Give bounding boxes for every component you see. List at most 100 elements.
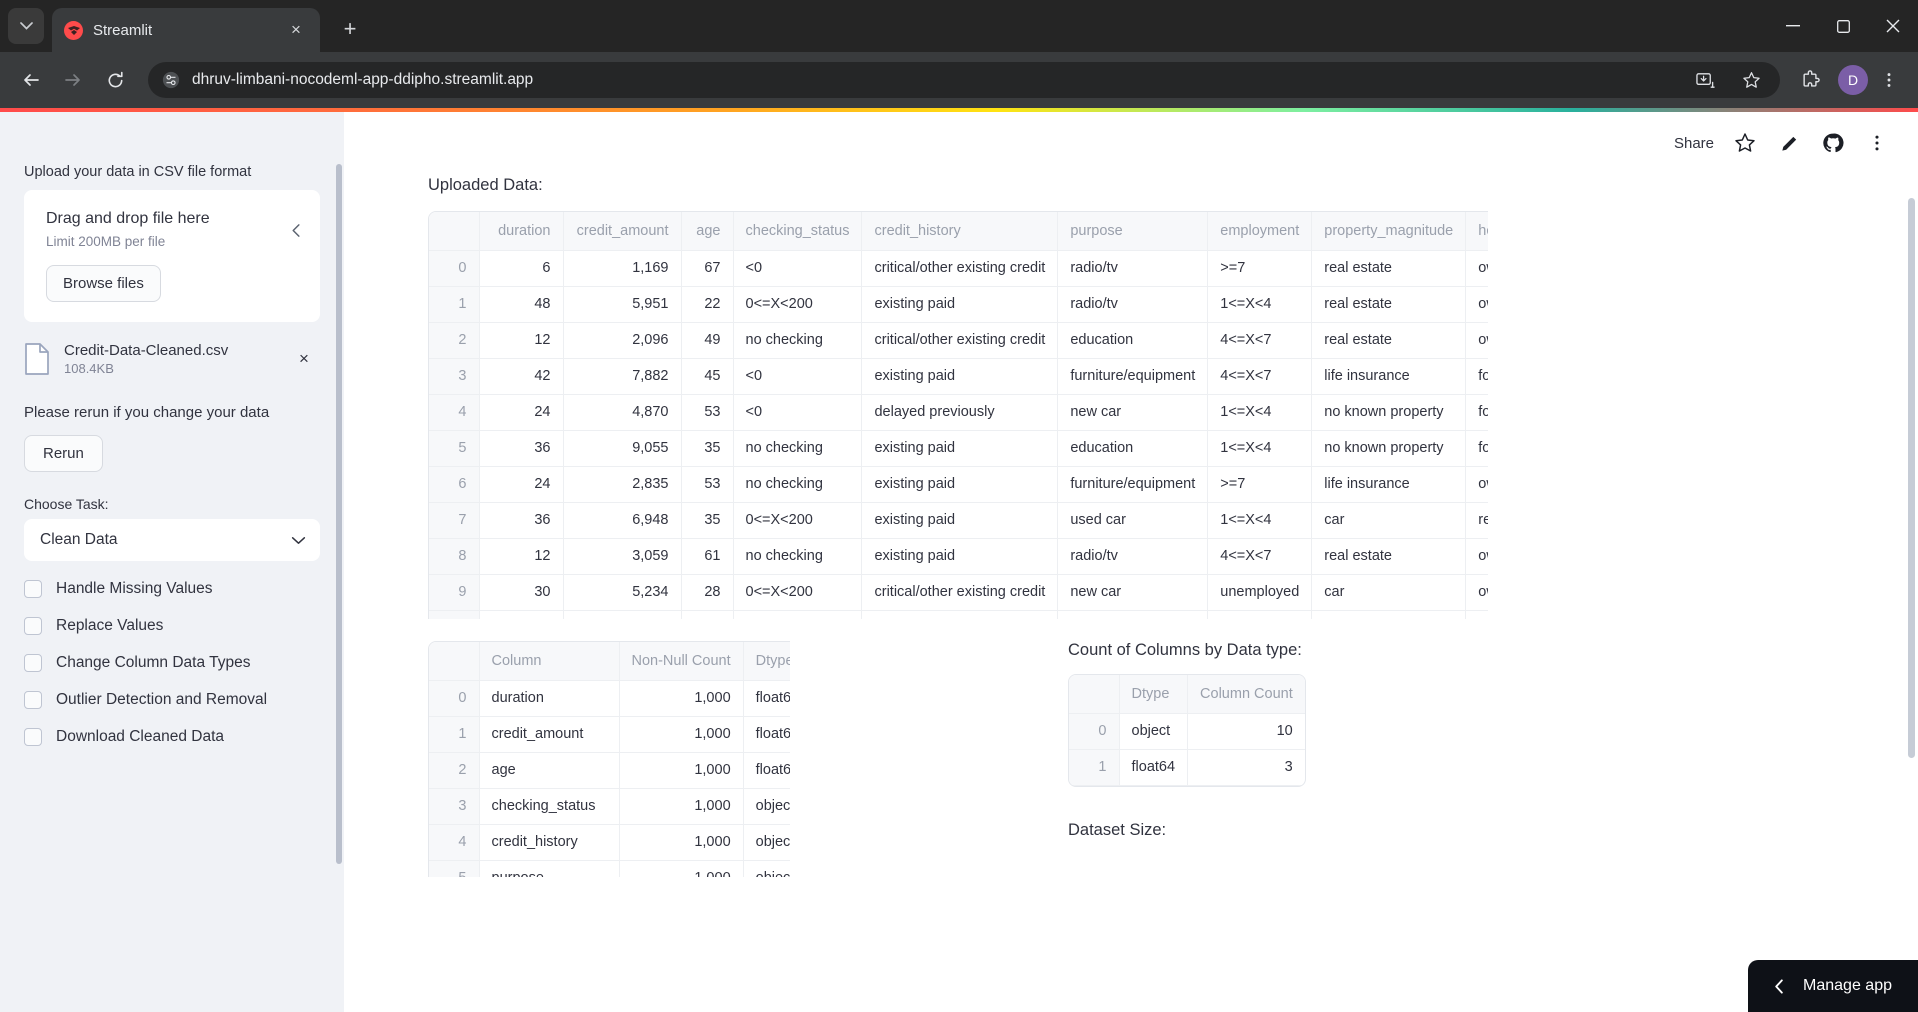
table-row[interactable]: 5 purpose 1,000 object <box>429 860 790 877</box>
dtype-count-body: 0 object 10 1 float64 3 <box>1069 713 1305 786</box>
pencil-icon[interactable] <box>1776 130 1802 156</box>
address-bar[interactable]: dhruv-limbani-nocodeml-app-ddipho.stream… <box>148 62 1780 98</box>
column-header-credit-amount[interactable]: credit_amount <box>563 212 682 251</box>
sidebar-collapse-button[interactable] <box>282 216 310 244</box>
checkbox-change-column-data-types[interactable]: Change Column Data Types <box>24 654 320 672</box>
site-settings-icon[interactable] <box>162 71 180 89</box>
column-header-property-magnitude[interactable]: property_magnitude <box>1311 212 1467 251</box>
table-row[interactable]: 8 12 3,059 61 no checking existing paid … <box>429 538 1488 575</box>
dataset-size-title: Dataset Size: <box>1068 820 1167 839</box>
kebab-menu-icon[interactable] <box>1872 63 1906 97</box>
checkbox-outlier-detection-and-removal[interactable]: Outlier Detection and Removal <box>24 691 320 709</box>
minimize-button[interactable] <box>1768 0 1818 52</box>
column-header-age[interactable]: age <box>681 212 734 251</box>
cell-employment: unemployed <box>1207 574 1313 611</box>
arrow-left-icon <box>24 74 39 86</box>
tab-strip: Streamlit × + <box>0 0 1918 52</box>
chevron-left-icon <box>1772 978 1787 995</box>
browse-files-button[interactable]: Browse files <box>46 265 161 302</box>
tab-search-button[interactable] <box>8 8 44 44</box>
cell-checking-status: no checking <box>733 538 863 575</box>
sidebar-scrollbar[interactable] <box>336 164 342 864</box>
table-row[interactable]: 2 12 2,096 49 no checking critical/other… <box>429 322 1488 359</box>
table-row[interactable]: 0 object 10 <box>1069 713 1305 750</box>
table-row[interactable]: 3 42 7,882 45 <0 existing paid furniture… <box>429 358 1488 395</box>
table-row[interactable]: 1 credit_amount 1,000 float64 <box>429 716 790 753</box>
cell-purpose: new car <box>1057 394 1209 431</box>
table-row[interactable]: 2 age 1,000 float64 <box>429 752 790 789</box>
kebab-menu-icon[interactable] <box>1864 130 1890 156</box>
cell-property-magnitude: real estate <box>1311 250 1467 287</box>
streamlit-app-toolbar: Share <box>1674 130 1890 156</box>
new-tab-button[interactable]: + <box>332 11 368 47</box>
table-row[interactable]: 7 36 6,948 35 0<=X<200 existing paid use… <box>429 502 1488 539</box>
table-row[interactable]: 5 36 9,055 35 no checking existing paid … <box>429 430 1488 467</box>
column-header-column-count[interactable]: Column Count <box>1187 675 1305 714</box>
share-button[interactable]: Share <box>1674 135 1714 152</box>
column-header-purpose[interactable]: purpose <box>1057 212 1209 251</box>
cell-dtype: object <box>743 824 790 861</box>
avatar[interactable]: D <box>1838 65 1868 95</box>
rerun-button[interactable]: Rerun <box>24 435 103 472</box>
file-dropzone[interactable]: Drag and drop file here Limit 200MB per … <box>24 190 320 322</box>
table-row[interactable]: 10 12 1,295 25 0<=X<200 existing paid ne… <box>429 610 1488 619</box>
column-header-dtype[interactable]: Dtype <box>1119 675 1189 714</box>
close-window-button[interactable] <box>1868 0 1918 52</box>
browser-tab-streamlit[interactable]: Streamlit × <box>52 8 320 52</box>
close-icon[interactable]: × <box>284 18 308 42</box>
table-row[interactable]: 4 24 4,870 53 <0 delayed previously new … <box>429 394 1488 431</box>
cell-column: purpose <box>479 860 620 877</box>
row-index: 5 <box>429 430 480 467</box>
checkbox-box[interactable] <box>24 728 42 746</box>
checkbox-replace-values[interactable]: Replace Values <box>24 617 320 635</box>
checkbox-box[interactable] <box>24 691 42 709</box>
github-icon[interactable] <box>1820 130 1846 156</box>
manage-app-button[interactable]: Manage app <box>1748 960 1918 1012</box>
extensions-icon[interactable] <box>1794 63 1828 97</box>
task-select[interactable]: Clean Data <box>24 519 320 561</box>
column-header-credit-history[interactable]: credit_history <box>861 212 1059 251</box>
star-icon[interactable] <box>1734 63 1768 97</box>
column-header-employment[interactable]: employment <box>1207 212 1313 251</box>
cell-non-null-count: 1,000 <box>619 716 744 753</box>
cell-credit-amount: 2,835 <box>563 466 682 503</box>
table-row[interactable]: 9 30 5,234 28 0<=X<200 critical/other ex… <box>429 574 1488 611</box>
checkbox-handle-missing-values[interactable]: Handle Missing Values <box>24 580 320 598</box>
maximize-button[interactable] <box>1818 0 1868 52</box>
uploaded-data-table-wrapper[interactable]: duration credit_amount age checking_stat… <box>428 211 1488 619</box>
checkbox-box[interactable] <box>24 617 42 635</box>
checkbox-box[interactable] <box>24 654 42 672</box>
remove-file-icon[interactable]: × <box>292 347 316 371</box>
cell-checking-status: no checking <box>733 430 863 467</box>
table-row[interactable]: 0 duration 1,000 float64 <box>429 680 790 717</box>
checkbox-download-cleaned-data[interactable]: Download Cleaned Data <box>24 728 320 746</box>
table-row[interactable]: 6 24 2,835 53 no checking existing paid … <box>429 466 1488 503</box>
main-scrollbar[interactable] <box>1908 198 1915 758</box>
column-header-housing[interactable]: housing <box>1465 212 1488 251</box>
cell-checking-status: <0 <box>733 394 863 431</box>
cell-credit-amount: 2,096 <box>563 322 682 359</box>
column-header-dtype[interactable]: Dtype <box>743 642 790 681</box>
column-header-checking-status[interactable]: checking_status <box>733 212 863 251</box>
checkbox-label: Download Cleaned Data <box>56 728 225 745</box>
info-table-wrapper[interactable]: Column Non-Null Count Dtype 0 duration 1… <box>428 641 790 877</box>
column-header-duration[interactable]: duration <box>479 212 564 251</box>
cell-duration: 36 <box>479 502 564 539</box>
column-header-non-null-count[interactable]: Non-Null Count <box>619 642 744 681</box>
star-icon[interactable] <box>1732 130 1758 156</box>
index-header <box>429 212 480 251</box>
table-row[interactable]: 4 credit_history 1,000 object <box>429 824 790 861</box>
row-index: 5 <box>429 860 480 877</box>
table-row[interactable]: 1 float64 3 <box>1069 749 1305 786</box>
table-row[interactable]: 0 6 1,169 67 <0 critical/other existing … <box>429 250 1488 287</box>
column-header-column[interactable]: Column <box>479 642 620 681</box>
table-row[interactable]: 1 48 5,951 22 0<=X<200 existing paid rad… <box>429 286 1488 323</box>
cell-credit-history: existing paid <box>861 502 1059 539</box>
cell-duration: 12 <box>479 610 564 619</box>
forward-button[interactable] <box>54 61 92 99</box>
reload-button[interactable] <box>96 61 134 99</box>
back-button[interactable] <box>12 61 50 99</box>
table-row[interactable]: 3 checking_status 1,000 object <box>429 788 790 825</box>
checkbox-box[interactable] <box>24 580 42 598</box>
install-app-icon[interactable] <box>1688 63 1722 97</box>
